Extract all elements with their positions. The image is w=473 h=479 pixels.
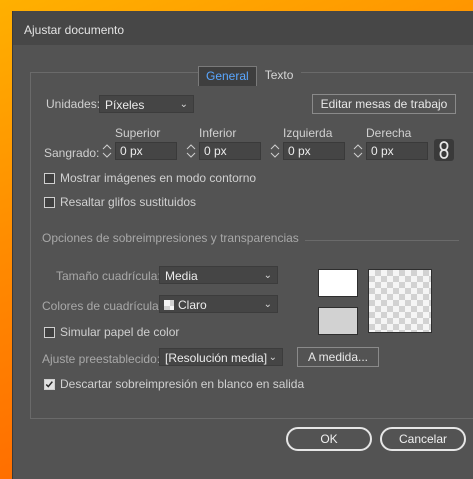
simulate-paper-label: Simular papel de color <box>60 325 180 339</box>
bleed-right-field[interactable]: 0 px <box>353 142 428 160</box>
ok-button[interactable]: OK <box>286 427 372 451</box>
checker-swatch-icon <box>164 300 174 310</box>
outline-mode-checkbox[interactable] <box>44 173 55 184</box>
bleed-right-label: Derecha <box>366 126 412 140</box>
units-dropdown[interactable]: Píxeles ⌄ <box>99 95 194 113</box>
chevron-down-icon: ⌄ <box>179 99 188 110</box>
grid-colors-label: Colores de cuadrícula: <box>42 299 163 313</box>
edit-artboards-button[interactable]: Editar mesas de trabajo <box>312 94 456 114</box>
section-title: Opciones de sobreimpresiones y transpare… <box>42 231 305 245</box>
grid-color-light-swatch[interactable] <box>318 269 358 297</box>
highlight-glyphs-checkbox[interactable] <box>44 197 55 208</box>
grid-size-value: Media <box>165 269 198 283</box>
document-setup-dialog: Ajustar documento General Texto Unidades… <box>12 11 473 479</box>
grid-colors-value: Claro <box>178 298 207 312</box>
preset-value: [Resolución media] <box>165 351 268 365</box>
chevron-down-icon: ⌄ <box>263 299 272 310</box>
cancel-button[interactable]: Cancelar <box>380 427 466 451</box>
preset-dropdown[interactable]: [Resolución media] ⌄ <box>159 348 283 366</box>
grid-size-dropdown[interactable]: Media ⌄ <box>159 266 278 284</box>
simulate-paper-checkbox[interactable] <box>44 327 55 338</box>
bleed-left-value: 0 px <box>288 144 311 158</box>
bleed-top-field[interactable]: 0 px <box>102 142 177 160</box>
tab-bar: General Texto <box>198 66 302 86</box>
discard-overprint-label: Descartar sobreimpresión en blanco en sa… <box>60 377 305 391</box>
discard-overprint-checkbox[interactable] <box>44 379 55 390</box>
units-value: Píxeles <box>105 98 145 112</box>
units-label: Unidades: <box>46 97 101 111</box>
link-bleed-button[interactable] <box>434 139 454 161</box>
bleed-top-label: Superior <box>115 126 161 140</box>
stepper-arrows-icon[interactable] <box>270 142 280 160</box>
custom-preset-button[interactable]: A medida... <box>297 347 379 367</box>
grid-size-label: Tamaño cuadrícula: <box>56 269 161 283</box>
bleed-right-value: 0 px <box>371 144 394 158</box>
bleed-bottom-value: 0 px <box>204 144 227 158</box>
highlight-glyphs-label: Resaltar glifos sustituidos <box>60 195 197 209</box>
tab-text[interactable]: Texto <box>256 66 302 85</box>
stepper-arrows-icon[interactable] <box>102 142 112 160</box>
bleed-left-label: Izquierda <box>283 126 333 140</box>
bleed-bottom-label: Inferior <box>199 126 237 140</box>
tab-general[interactable]: General <box>198 66 257 86</box>
preset-label: Ajuste preestablecido: <box>42 352 161 366</box>
stepper-arrows-icon[interactable] <box>186 142 196 160</box>
dialog-title: Ajustar documento <box>24 23 125 37</box>
grid-colors-dropdown[interactable]: Claro ⌄ <box>159 295 278 313</box>
stepper-arrows-icon[interactable] <box>353 142 363 160</box>
bleed-bottom-field[interactable]: 0 px <box>186 142 261 160</box>
chain-link-icon <box>439 141 449 159</box>
bleed-label: Sangrado: <box>44 146 100 160</box>
grid-color-dark-swatch[interactable] <box>318 307 358 335</box>
bleed-left-field[interactable]: 0 px <box>270 142 345 160</box>
grid-preview <box>368 269 432 333</box>
chevron-down-icon: ⌄ <box>263 270 272 281</box>
title-bar[interactable]: Ajustar documento <box>13 11 473 45</box>
bleed-top-value: 0 px <box>120 144 143 158</box>
outline-mode-label: Mostrar imágenes en modo contorno <box>60 171 257 185</box>
chevron-down-icon: ⌄ <box>268 352 277 363</box>
checkmark-icon <box>45 381 53 388</box>
